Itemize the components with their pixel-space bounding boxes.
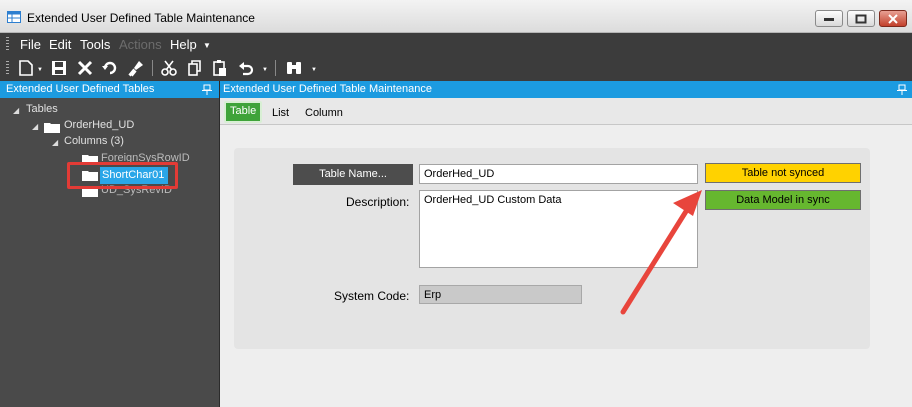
clear-icon[interactable]	[127, 59, 145, 77]
left-panel-title: Extended User Defined Tables	[6, 83, 155, 95]
tab-strip: Table List Column	[220, 98, 912, 125]
system-code-label: System Code:	[334, 289, 410, 303]
tree-node-tables[interactable]: Tables	[26, 103, 58, 119]
data-model-status-badge: Data Model in sync	[705, 190, 861, 210]
new-icon[interactable]	[17, 59, 35, 77]
table-name-button[interactable]: Table Name...	[293, 164, 413, 185]
minimize-button[interactable]	[815, 10, 843, 27]
undo-icon[interactable]	[237, 59, 255, 77]
folder-icon	[44, 123, 60, 133]
close-window-button[interactable]	[879, 10, 907, 27]
search-icon[interactable]	[285, 59, 303, 77]
search-dropdown-icon[interactable]: ▼	[311, 67, 317, 73]
description-textarea[interactable]: OrderHed_UD Custom Data	[419, 190, 698, 268]
maximize-icon	[855, 14, 867, 23]
right-panel-title: Extended User Defined Table Maintenance	[223, 83, 432, 95]
table-sync-status-badge: Table not synced	[705, 163, 861, 183]
expand-arrow-icon[interactable]: ◢	[32, 122, 38, 131]
tree-node-table[interactable]: OrderHed_UD	[64, 119, 134, 135]
menu-edit[interactable]: Edit	[49, 37, 71, 52]
save-icon[interactable]	[50, 59, 68, 77]
expand-arrow-icon[interactable]: ◢	[52, 138, 58, 147]
app-icon	[7, 11, 21, 23]
menu-tools[interactable]: Tools	[80, 37, 110, 52]
pin-icon[interactable]	[202, 84, 212, 95]
window-title: Extended User Defined Table Maintenance	[27, 11, 255, 25]
copy-icon[interactable]	[186, 59, 204, 77]
delete-icon[interactable]	[76, 59, 94, 77]
expand-arrow-icon[interactable]: ◢	[13, 106, 19, 115]
system-code-field: Erp	[419, 285, 582, 304]
toolbar-separator	[275, 60, 276, 76]
refresh-icon[interactable]	[101, 59, 119, 77]
paste-icon[interactable]	[211, 59, 229, 77]
right-panel-header: Extended User Defined Table Maintenance	[220, 81, 912, 98]
tab-list[interactable]: List	[272, 103, 289, 123]
maximize-button[interactable]	[847, 10, 875, 27]
table-name-input[interactable]: OrderHed_UD	[419, 164, 698, 184]
menu-help[interactable]: Help	[170, 37, 197, 52]
menu-file[interactable]: File	[20, 37, 41, 52]
left-panel-header: Extended User Defined Tables	[0, 81, 219, 98]
tree-node-columns[interactable]: Columns (3)	[64, 135, 124, 151]
toolbar: ▼ ▼ ▼	[0, 55, 912, 81]
toolbar-separator	[152, 60, 153, 76]
menu-actions: Actions	[119, 37, 162, 52]
undo-dropdown-icon[interactable]: ▼	[262, 67, 268, 73]
highlight-box	[67, 162, 178, 189]
toolbar-grip	[6, 61, 9, 75]
close-icon	[888, 13, 898, 24]
menu-grip	[6, 37, 9, 51]
tab-table[interactable]: Table	[224, 101, 263, 123]
menu-bar: File Edit Tools Actions Help ▼	[0, 33, 912, 55]
minimize-icon	[824, 17, 834, 21]
pin-icon[interactable]	[897, 84, 907, 95]
description-label: Description:	[346, 195, 410, 209]
title-bar: Extended User Defined Table Maintenance	[0, 0, 912, 33]
tab-column[interactable]: Column	[305, 103, 343, 123]
new-dropdown-icon[interactable]: ▼	[37, 67, 43, 73]
cut-icon[interactable]	[160, 59, 178, 77]
left-panel: Extended User Defined Tables ◢ Tables ◢ …	[0, 81, 219, 407]
menu-overflow-icon[interactable]: ▼	[203, 41, 211, 50]
